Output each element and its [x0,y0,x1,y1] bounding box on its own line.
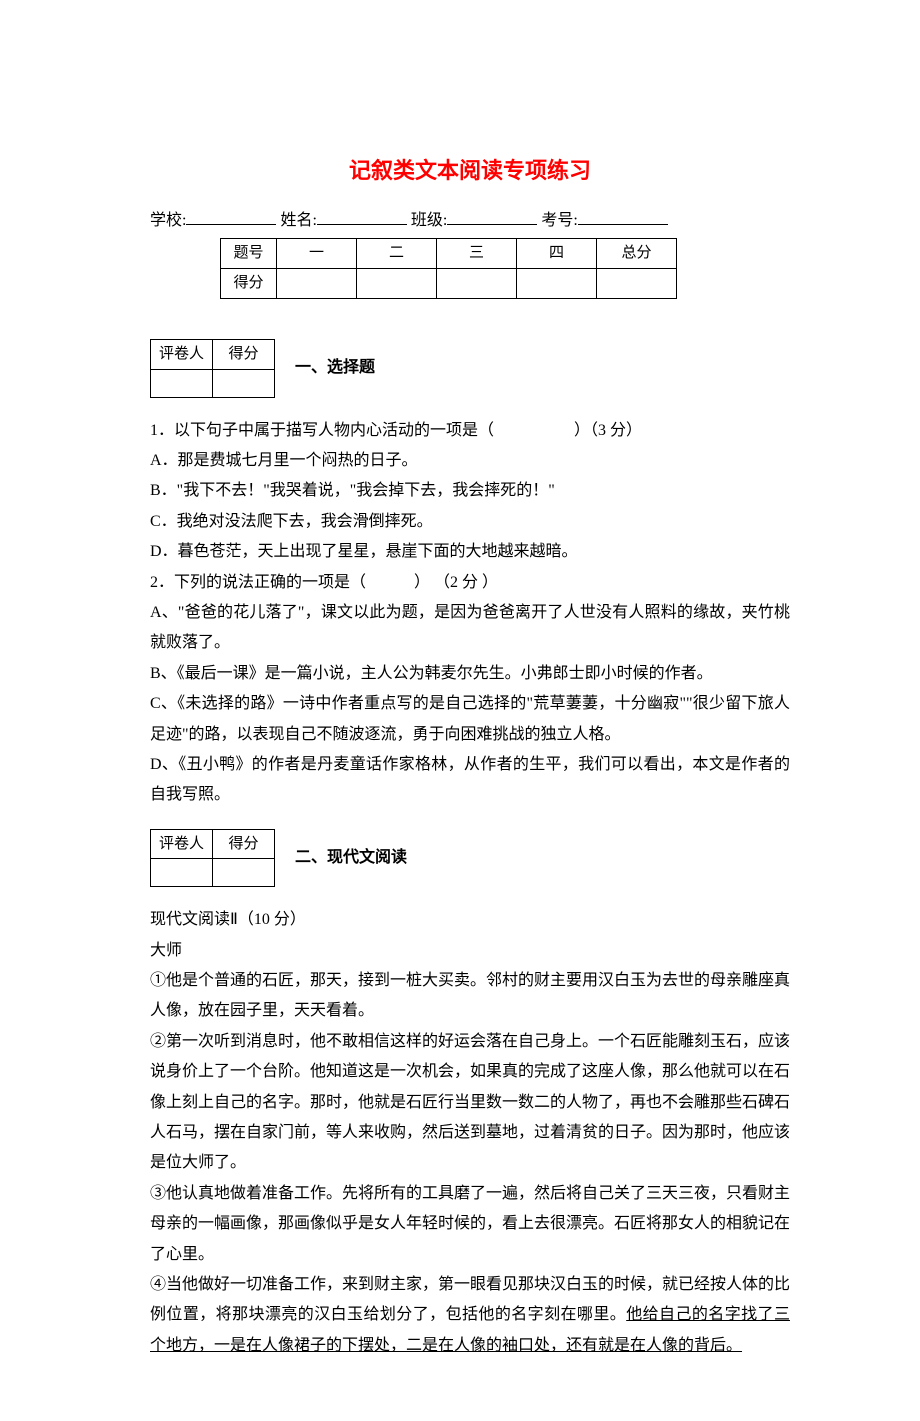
q2-option-a: A、"爸爸的花儿落了"，课文以此为题，是因为爸爸离开了人世没有人照料的缘故，夹竹… [150,598,790,659]
grader-score-cell[interactable] [213,859,275,887]
examno-blank[interactable] [578,209,668,225]
col-header: 一 [277,239,357,269]
passage-paragraph: ③他认真地做着准备工作。先将所有的工具磨了一遍，然后将自己关了三天三夜，只看财主… [150,1179,790,1270]
section-1-body: 1．以下句子中属于描写人物内心活动的一项是（ ）（3 分） A．那是费城七月里一… [150,416,790,811]
col-header: 四 [517,239,597,269]
score-cell[interactable] [277,269,357,299]
grader-score-cell[interactable] [213,369,275,397]
q2-option-d: D、《丑小鸭》的作者是丹麦童话作家格林，从作者的生平，我们可以看出，本文是作者的… [150,750,790,811]
name-label: 姓名: [280,212,316,229]
q1-stem: 1．以下句子中属于描写人物内心活动的一项是（ ）（3 分） [150,416,790,446]
score-cell[interactable] [437,269,517,299]
section-2-body: 现代文阅读Ⅱ（10 分） 大师 ①他是个普通的石匠，那天，接到一桩大买卖。邻村的… [150,905,790,1361]
class-blank[interactable] [447,209,537,225]
passage-paragraph: ②第一次听到消息时，他不敢相信这样的好运会落在自己身上。一个石匠能雕刻玉石，应该… [150,1027,790,1179]
score-cell[interactable] [517,269,597,299]
score-cell[interactable] [357,269,437,299]
q1-option-c: C．我绝对没法爬下去，我会滑倒摔死。 [150,507,790,537]
col-header: 二 [357,239,437,269]
q2-option-c: C、《未选择的路》一诗中作者重点写的是自己选择的"荒草萋萋，十分幽寂""很少留下… [150,689,790,750]
q1-option-b: B．"我下不去！"我哭着说，"我会掉下去，我会摔死的！" [150,476,790,506]
score-summary-table: 题号 一 二 三 四 总分 得分 [220,238,677,299]
q2-stem: 2．下列的说法正确的一项是（ ） （2 分 ） [150,568,790,598]
school-blank[interactable] [186,209,276,225]
q2-option-b: B、《最后一课》是一篇小说，主人公为韩麦尔先生。小弗郎士即小时候的作者。 [150,659,790,689]
row-label: 题号 [221,239,277,269]
table-row: 得分 [221,269,677,299]
score-cell[interactable] [597,269,677,299]
reading-intro: 现代文阅读Ⅱ（10 分） [150,905,790,935]
section-1-label: 一、选择题 [295,353,375,383]
school-label: 学校: [150,212,186,229]
grader-table: 评卷人 得分 [150,829,275,888]
class-label: 班级: [411,212,447,229]
section-1-header: 评卷人 得分 一、选择题 [150,339,790,398]
q1-option-d: D．暮色苍茫，天上出现了星星，悬崖下面的大地越来越暗。 [150,537,790,567]
grader-name-cell[interactable] [151,859,213,887]
col-header: 总分 [597,239,677,269]
passage-paragraph: ①他是个普通的石匠，那天，接到一桩大买卖。邻村的财主要用汉白玉为去世的母亲雕座真… [150,966,790,1027]
name-blank[interactable] [317,209,407,225]
grader-table: 评卷人 得分 [150,339,275,398]
grader-name-cell[interactable] [151,369,213,397]
table-row: 题号 一 二 三 四 总分 [221,239,677,269]
row-label: 得分 [221,269,277,299]
passage-title: 大师 [150,936,790,966]
student-info-line: 学校: 姓名: 班级: 考号: [150,206,790,236]
examno-label: 考号: [541,212,577,229]
grader-score-label: 得分 [213,829,275,859]
grader-label: 评卷人 [151,340,213,370]
grader-score-label: 得分 [213,340,275,370]
q1-option-a: A．那是费城七月里一个闷热的日子。 [150,446,790,476]
section-2-label: 二、现代文阅读 [295,843,407,873]
grader-label: 评卷人 [151,829,213,859]
col-header: 三 [437,239,517,269]
page-title: 记叙类文本阅读专项练习 [150,150,790,192]
passage-paragraph: ④当他做好一切准备工作，来到财主家，第一眼看见那块汉白玉的时候，就已经按人体的比… [150,1270,790,1361]
section-2-header: 评卷人 得分 二、现代文阅读 [150,829,790,888]
